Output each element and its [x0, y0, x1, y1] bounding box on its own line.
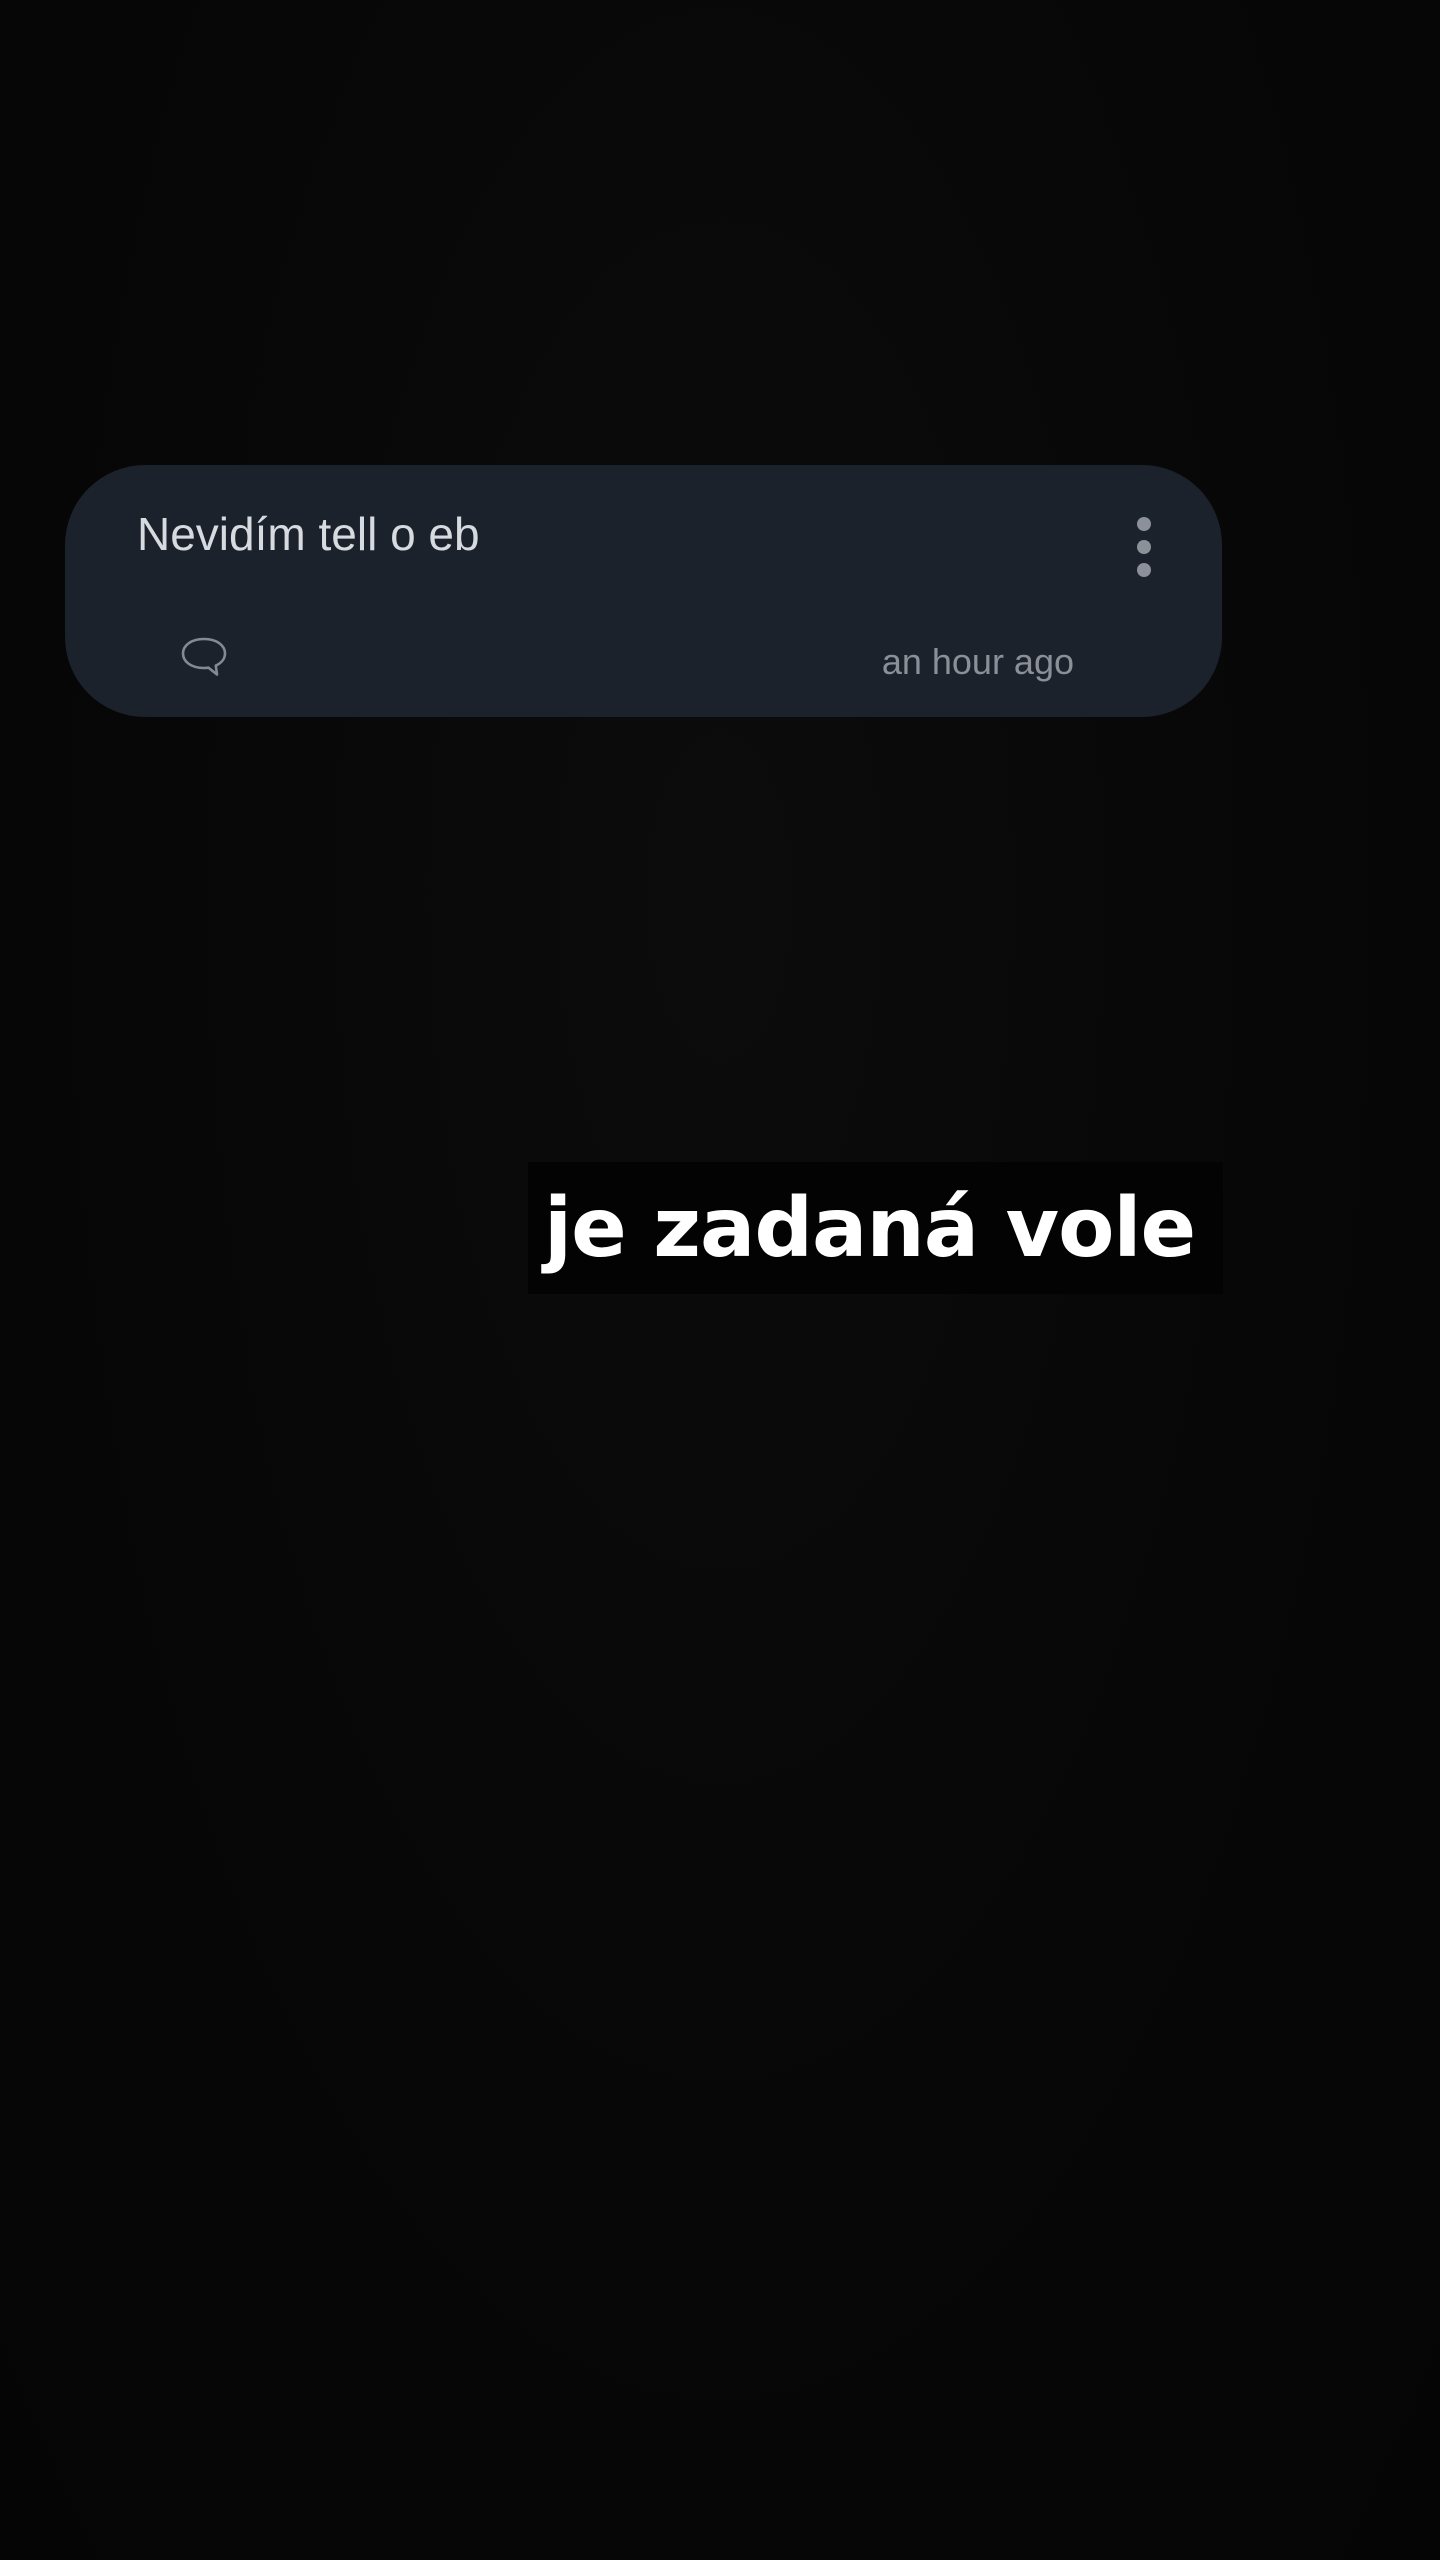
caption-text: je zadaná vole [544, 1180, 1196, 1276]
more-options-button[interactable] [1126, 511, 1162, 583]
story-caption: je zadaná vole [528, 1162, 1224, 1294]
comment-text: Nevidím tell o eb [137, 508, 480, 560]
speech-bubble-icon[interactable] [179, 635, 229, 679]
story-background: Nevidím tell o eb an hour ago je zadaná … [0, 0, 1440, 2560]
comment-timestamp: an hour ago [881, 641, 1074, 682]
more-vertical-icon [1137, 517, 1151, 531]
comment-card[interactable]: Nevidím tell o eb an hour ago [65, 465, 1222, 717]
